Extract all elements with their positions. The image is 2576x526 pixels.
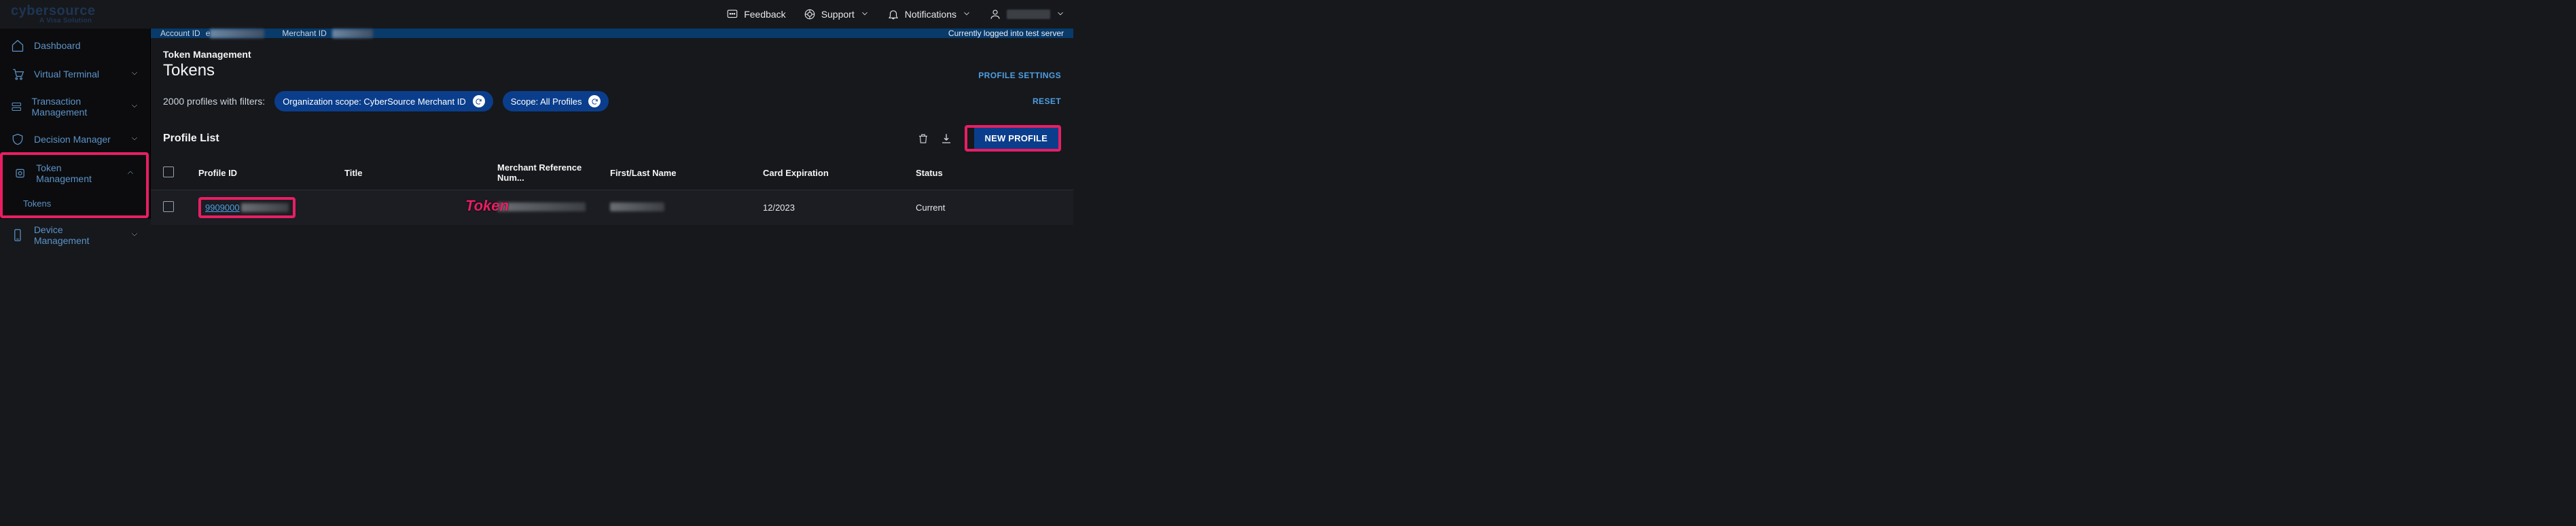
transactions-icon	[11, 100, 22, 113]
row-checkbox[interactable]	[163, 201, 174, 212]
notifications-menu[interactable]: Notifications	[887, 8, 971, 20]
chevron-down-icon	[962, 9, 971, 20]
col-merchant-ref[interactable]: Merchant Reference Num...	[485, 156, 598, 190]
feedback-link[interactable]: Feedback	[726, 8, 785, 20]
sidebar-item-dashboard[interactable]: Dashboard	[0, 31, 150, 60]
user-menu[interactable]	[989, 8, 1065, 20]
sidebar-item-label: Decision Manager	[34, 134, 111, 145]
account-banner: Account ID e Merchant ID Currently logge…	[151, 29, 1073, 38]
delete-button[interactable]	[912, 127, 935, 150]
col-profile-id[interactable]: Profile ID	[186, 156, 332, 190]
profile-count-text: 2000 profiles with filters:	[163, 96, 265, 107]
profile-list-title: Profile List	[163, 133, 912, 145]
cell-merchant-ref	[485, 190, 598, 226]
sidebar-item-label: Dashboard	[34, 40, 81, 51]
page-title: Tokens	[163, 61, 978, 80]
new-profile-highlight: NEW PROFILE	[965, 125, 1061, 152]
sidebar-item-label: Transaction Management	[32, 96, 121, 118]
account-id-redacted	[210, 29, 264, 38]
sidebar: Dashboard Virtual Terminal Transaction M…	[0, 29, 151, 219]
sidebar-item-label: Virtual Terminal	[34, 69, 99, 80]
new-profile-button[interactable]: NEW PROFILE	[974, 128, 1058, 149]
support-label: Support	[821, 9, 855, 20]
col-name[interactable]: First/Last Name	[598, 156, 751, 190]
page-kicker: Token Management	[163, 49, 978, 60]
sidebar-item-label: Device Management	[34, 224, 120, 246]
cell-card-expiration: 12/2023	[751, 190, 904, 226]
user-name-redacted	[1007, 10, 1050, 19]
refresh-icon[interactable]	[588, 95, 601, 107]
chevron-down-icon	[130, 69, 139, 80]
chevron-down-icon	[130, 101, 139, 113]
shield-icon	[11, 133, 24, 146]
cart-icon	[11, 67, 24, 81]
profile-id-redacted	[241, 203, 289, 212]
cell-title	[332, 190, 485, 226]
merchant-id-redacted	[332, 29, 373, 38]
filter-pill-org-scope[interactable]: Organization scope: CyberSource Merchant…	[274, 91, 493, 111]
support-icon	[804, 8, 816, 20]
col-card-expiration[interactable]: Card Expiration	[751, 156, 904, 190]
chevron-down-icon	[1056, 9, 1065, 20]
sidebar-subitem-tokens[interactable]: Tokens	[3, 192, 146, 215]
chevron-down-icon	[130, 230, 139, 241]
col-status[interactable]: Status	[904, 156, 1073, 190]
bell-icon	[887, 8, 899, 20]
logo: cybersource A Visa Solution	[8, 4, 95, 24]
profile-id-link[interactable]: 9909000	[205, 203, 240, 213]
filter-pill-label: Organization scope: CyberSource Merchant…	[283, 97, 466, 107]
select-all-checkbox[interactable]	[163, 166, 174, 177]
token-icon	[14, 166, 26, 180]
cell-status: Current	[904, 190, 1073, 226]
feedback-icon	[726, 8, 738, 20]
sidebar-item-decision-manager[interactable]: Decision Manager	[0, 125, 150, 154]
trash-icon	[917, 133, 929, 145]
logo-tagline: A Visa Solution	[39, 18, 92, 24]
notifications-label: Notifications	[905, 9, 956, 20]
chevron-down-icon	[130, 134, 139, 145]
user-icon	[989, 8, 1001, 20]
sidebar-item-label: Token Management	[36, 162, 116, 184]
merchant-id-label: Merchant ID	[282, 29, 326, 38]
account-id-prefix: e	[206, 29, 211, 38]
sidebar-item-device-management[interactable]: Device Management	[0, 217, 150, 253]
chevron-down-icon	[860, 9, 870, 20]
table-row[interactable]: 9909000 12/2023 Current	[151, 190, 1073, 226]
download-icon	[940, 133, 952, 145]
col-title[interactable]: Title	[332, 156, 485, 190]
profile-settings-link[interactable]: PROFILE SETTINGS	[978, 71, 1061, 80]
download-button[interactable]	[935, 127, 958, 150]
merchant-ref-redacted	[497, 203, 586, 211]
account-id-label: Account ID	[160, 29, 200, 38]
filter-pill-label: Scope: All Profiles	[511, 97, 582, 107]
support-menu[interactable]: Support	[804, 8, 870, 20]
name-redacted	[610, 203, 664, 211]
env-notice: Currently logged into test server	[948, 29, 1064, 38]
filter-pill-scope[interactable]: Scope: All Profiles	[503, 91, 609, 111]
sidebar-item-token-management[interactable]: Token Management	[3, 155, 146, 192]
sidebar-item-virtual-terminal[interactable]: Virtual Terminal	[0, 60, 150, 88]
home-icon	[11, 39, 24, 52]
sidebar-item-transaction-management[interactable]: Transaction Management	[0, 88, 150, 125]
profile-id-highlight: 9909000	[198, 197, 296, 218]
device-icon	[11, 228, 24, 242]
feedback-label: Feedback	[744, 9, 785, 20]
main: Account ID e Merchant ID Currently logge…	[151, 29, 1073, 219]
profile-table: Profile ID Title Merchant Reference Num.…	[151, 156, 1073, 225]
chevron-up-icon	[126, 168, 135, 179]
refresh-icon[interactable]	[473, 95, 485, 107]
reset-filters-link[interactable]: RESET	[1033, 97, 1061, 106]
sidebar-group-token-management-highlight: Token Management Tokens	[0, 152, 149, 218]
cell-name	[598, 190, 751, 226]
logo-brand: cybersource	[11, 4, 95, 18]
